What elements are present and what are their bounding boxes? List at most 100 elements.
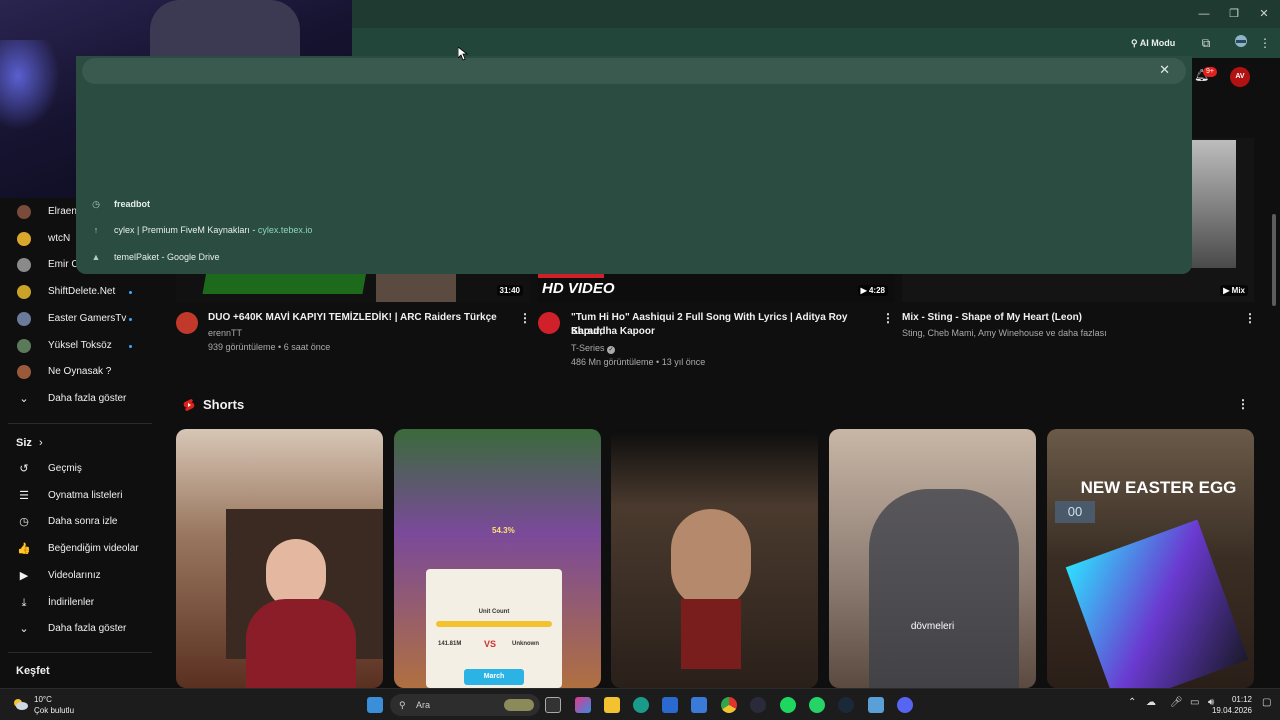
video-thumbnail-1[interactable]: 31:40 [176,274,529,302]
video-duration: ▶︎ 4:28 [857,285,888,296]
omnibox-input[interactable] [82,58,1186,84]
sidebar-subscription[interactable]: Yüksel Toksöz [0,333,160,359]
cloud-icon[interactable]: ☁ [1146,697,1156,708]
account-avatar[interactable]: AV [1230,67,1250,87]
short-video-2[interactable]: 54.3% Unit Count 141.81M VS Unknown Marc… [394,429,601,688]
channel-avatar [17,311,31,326]
chevron-down-icon: ⌄ [19,393,29,405]
restore-icon[interactable]: ❐ [1226,6,1242,22]
ai-mode-button[interactable]: ⚲ AI Modu [1125,34,1181,52]
store-icon[interactable] [662,697,678,713]
notification-center-icon[interactable]: ▢ [1262,697,1271,708]
page-scrollbar[interactable] [1272,214,1276,306]
weather-icon [12,697,28,711]
subscription-label: Emir C [48,259,79,271]
more-options-icon[interactable]: ⋮ [1244,311,1256,325]
extensions-icon[interactable]: ⧉ [1197,34,1215,52]
sidebar-item-label: İndirilenler [48,596,95,608]
show-more-label: Daha fazla göster [48,623,127,634]
short-percent-label: 54.3% [492,526,515,535]
browser-menu-icon[interactable]: ⋮ [1256,34,1274,52]
video-title[interactable]: DUO +640K MAVİ KAPIYI TEMİZLEDİK! | ARC … [208,311,508,325]
sidebar-you-header[interactable]: Siz › [16,437,43,449]
start-menu-icon[interactable] [367,697,383,713]
sidebar-item[interactable]: ☰ Oynatma listeleri [0,483,160,509]
sidebar-item[interactable]: ◷ Daha sonra izle [0,509,160,535]
spotify-icon[interactable] [780,697,796,713]
sidebar-show-more-you[interactable]: ⌄ Daha fazla göster [0,616,160,642]
omnibox-suggestion[interactable]: ▲ temelPaket - Google Drive [90,247,220,267]
video-icon: ▶ [19,569,29,582]
suggestion-text: freadbot [114,199,150,209]
channel-name[interactable]: erennTT [208,327,242,340]
sidebar-subscription[interactable]: Ne Oynasak ? [0,359,160,385]
minimize-icon[interactable]: — [1196,6,1212,22]
notification-count-badge: 9+ [1203,67,1217,77]
sidebar-item-label: Beğendiğim videolar [48,543,139,555]
duration-value: 4:28 [868,286,885,295]
mix-badge-label: Mix [1231,286,1245,295]
video-duration: 31:40 [496,285,523,296]
short-caption: dövmeleri [910,621,955,632]
sidebar-subscription[interactable]: ShiftDelete.Net [0,279,160,305]
outlook-icon[interactable] [691,697,707,713]
video-title-line2[interactable]: Shraddha Kapoor [571,325,881,339]
sidebar-show-more-subscriptions[interactable]: ⌄ Daha fazla göster [0,386,160,412]
thumbs-up-icon: 👍 [17,543,31,556]
short-video-1[interactable] [176,429,383,688]
channel-avatar [17,205,31,219]
subscription-label: Yüksel Toksöz [48,339,112,351]
sidebar-item[interactable]: 👍 Beğendiğim videolar [0,536,160,562]
short-video-5[interactable]: NEW EASTER EGG 00 [1047,429,1254,688]
taskbar-search[interactable]: ⚲ Ara [390,694,540,716]
copilot-icon[interactable] [575,697,591,713]
channel-avatar [17,338,31,353]
mouse-cursor-icon [457,46,469,61]
whatsapp-icon[interactable] [809,697,825,713]
channel-avatar[interactable] [176,312,198,334]
subscription-label: wtcN [48,232,71,244]
sidebar-item[interactable]: ⤓ İndirilenler [0,590,160,616]
network-icon[interactable]: ▭ [1190,697,1199,708]
weather-widget[interactable]: 10°C Çok bulutlu [34,694,74,716]
more-options-icon[interactable]: ⋮ [519,311,531,325]
video-thumbnail-2[interactable]: HD VIDEO ▶︎ 4:28 [538,274,894,302]
google-drive-icon: ▲ [91,252,101,262]
omnibox-suggestion[interactable]: ◷ freadbot [90,194,150,214]
discord-icon[interactable] [897,697,913,713]
search-icon: ⚲ [399,700,406,710]
short-video-3[interactable] [611,429,818,688]
microphone-icon[interactable]: 🎤︎ [1170,697,1183,708]
clear-input-icon[interactable]: ✕ [1159,62,1170,78]
close-icon[interactable]: ✕ [1256,6,1272,22]
thumbnail-graphic [376,274,456,302]
sidebar-subscription[interactable]: Easter GamersTv [0,306,160,332]
settings-icon[interactable] [868,697,884,713]
history-icon: ↺ [19,463,29,475]
chrome-icon[interactable] [721,697,737,713]
omnibox-suggestion[interactable]: ↑ cylex | Premium FiveM Kaynakları - cyle… [90,220,313,240]
short-video-4[interactable]: dövmeleri [829,429,1036,688]
video-title[interactable]: Mix - Sting - Shape of My Heart (Leon) [902,311,1232,325]
short-glove [1065,519,1249,688]
app-icon[interactable] [750,697,766,713]
channel-name[interactable]: T-Series ✓ [571,342,616,355]
shorts-more-options-icon[interactable]: ⋮ [1237,397,1249,411]
sidebar-item[interactable]: ↺ Geçmiş [0,456,160,482]
steam-icon[interactable] [838,697,854,713]
omnibox-dropdown: ✕ ◷ freadbot ↑ cylex | Premium FiveM Kaynak… [76,56,1192,274]
task-view-icon[interactable] [545,697,561,713]
sidebar-item[interactable]: ▶ Videolarınız [0,563,160,589]
power-value: 141.81M [438,641,462,647]
channel-avatar[interactable] [538,312,560,334]
tray-chevron-icon[interactable]: ⌃ [1128,697,1136,708]
clock-date: 19.04.2026 [1211,706,1252,715]
profile-avatar[interactable] [1232,34,1250,52]
short-costume [681,599,741,669]
sidebar-divider [8,423,152,424]
search-highlight-icon [504,699,534,711]
file-explorer-icon[interactable] [604,697,620,713]
taskbar-clock[interactable]: 01:12 19.04.2026 [1212,694,1252,716]
edge-icon[interactable] [633,697,649,713]
more-options-icon[interactable]: ⋮ [882,311,894,325]
